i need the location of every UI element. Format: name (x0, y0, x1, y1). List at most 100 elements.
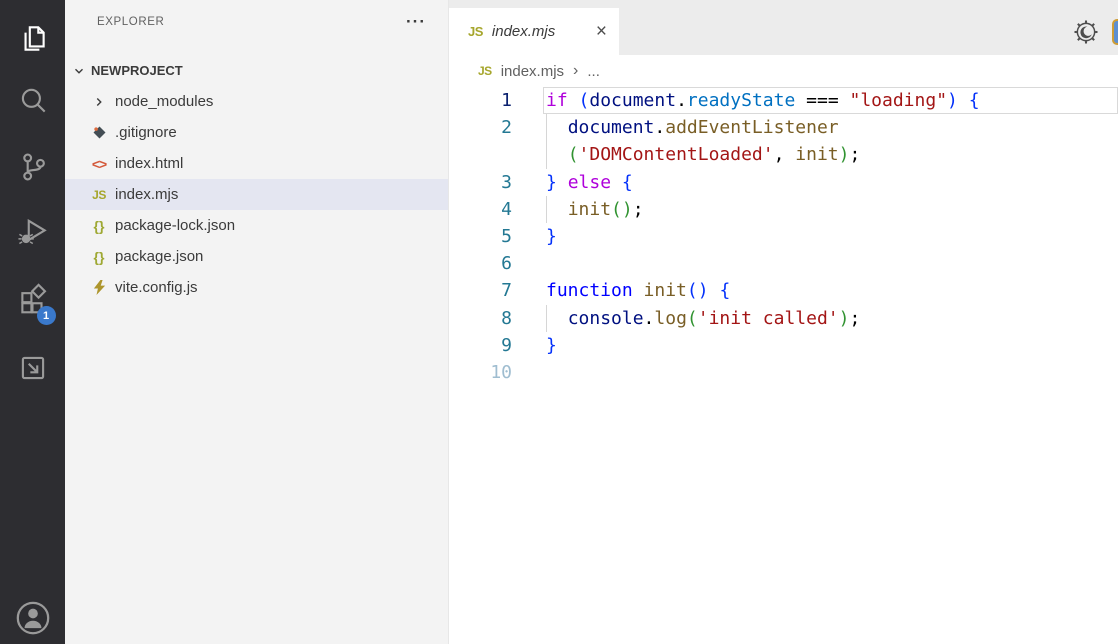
code-token: { (622, 172, 633, 193)
code-line-5[interactable]: 5} (449, 223, 1118, 250)
code-token (611, 172, 622, 193)
activitybar-item-preview[interactable] (14, 349, 52, 387)
code-line-4[interactable]: 4 init(); (449, 196, 1118, 223)
code-line-wrap-2[interactable]: ('DOMContentLoaded', init); (449, 141, 1118, 168)
activitybar-item-explorer[interactable] (14, 20, 52, 58)
code-line-2[interactable]: 2 document.addEventListener (449, 114, 1118, 141)
file-item-node-modules[interactable]: node_modules (65, 86, 448, 117)
code-line-text: } else { (543, 169, 1118, 196)
json-file-icon: {} (89, 216, 109, 236)
line-number: 9 (449, 332, 543, 359)
code-token: ) (839, 308, 850, 329)
line-number (449, 141, 543, 168)
clipped-extension-icon[interactable] (1112, 19, 1118, 45)
js-file-icon: JS (468, 24, 483, 39)
file-label: package-lock.json (115, 217, 235, 234)
project-root-newproject[interactable]: NEWPROJECT (65, 55, 448, 86)
code-token: ) (622, 199, 633, 220)
file-item--gitignore[interactable]: .gitignore (65, 117, 448, 148)
code-token: ) (947, 90, 958, 111)
code-token: log (654, 308, 687, 329)
explorer-header: EXPLORER ··· (97, 16, 426, 28)
activitybar-item-search[interactable] (14, 82, 52, 120)
code-token: ( (579, 90, 590, 111)
code-token (633, 280, 644, 301)
tab-label: index.mjs (492, 23, 555, 40)
code-token (546, 199, 568, 220)
code-line-1[interactable]: 1if (document.readyState === "loading") … (449, 87, 1118, 114)
file-item-vite-config-js[interactable]: vite.config.js (65, 272, 448, 303)
chevron-down-icon (72, 64, 86, 78)
file-label: .gitignore (115, 124, 177, 141)
vite-file-icon (89, 278, 109, 298)
code-token (958, 90, 969, 111)
tab-index-mjs[interactable]: JS index.mjs × (449, 8, 619, 55)
file-item-index-html[interactable]: <>index.html (65, 148, 448, 179)
explorer-sidebar: EXPLORER ··· NEWPROJECT node_modules .git… (65, 0, 449, 644)
tab-bar: JS index.mjs × (449, 0, 1118, 55)
js-file-icon: JS (478, 64, 492, 78)
file-item-package-json[interactable]: {} package.json (65, 241, 448, 272)
code-line-text (543, 359, 1118, 386)
code-line-text: } (543, 223, 1118, 250)
code-token: } (546, 226, 557, 247)
line-number: 4 (449, 196, 543, 223)
activitybar-item-extensions[interactable]: 1 (14, 280, 52, 318)
activity-bar: 1 (0, 0, 65, 644)
code-token: ( (687, 280, 698, 301)
code-token: ) (698, 280, 709, 301)
js-file-icon: JS (89, 185, 109, 205)
close-icon[interactable]: × (596, 24, 607, 40)
activitybar-item-run-debug[interactable] (14, 213, 52, 251)
code-token (546, 144, 568, 165)
code-editor[interactable]: 1if (document.readyState === "loading") … (449, 87, 1118, 644)
code-line-text: function init() { (543, 277, 1118, 304)
code-line-text (543, 250, 1118, 277)
more-actions-button[interactable]: ··· (406, 17, 426, 27)
file-label: node_modules (115, 93, 213, 110)
code-token: } (546, 172, 557, 193)
code-token (546, 117, 568, 138)
code-token: . (676, 90, 687, 111)
breadcrumb-symbol[interactable]: ... (587, 63, 600, 80)
code-line-3[interactable]: 3} else { (449, 169, 1118, 196)
gear-moon-icon (1073, 19, 1099, 45)
explorer-title: EXPLORER (97, 16, 164, 28)
code-token: ; (849, 308, 860, 329)
code-token: init (644, 280, 687, 301)
file-label: package.json (115, 248, 203, 265)
code-token (568, 90, 579, 111)
theme-toggle-button[interactable] (1073, 19, 1099, 45)
code-token (784, 144, 795, 165)
activitybar-item-source-control[interactable] (14, 148, 52, 186)
code-line-text: if (document.readyState === "loading") { (543, 87, 1118, 114)
file-label: index.html (115, 155, 183, 172)
code-token (795, 90, 806, 111)
code-token: ( (611, 199, 622, 220)
code-line-text: document.addEventListener (543, 114, 1118, 141)
code-line-10[interactable]: 10 (449, 359, 1118, 386)
code-token: . (644, 308, 655, 329)
code-token: ; (850, 144, 861, 165)
code-token: document (568, 117, 655, 138)
code-token: ( (568, 144, 579, 165)
code-line-8[interactable]: 8 console.log('init called'); (449, 305, 1118, 332)
breadcrumb-file[interactable]: index.mjs (501, 63, 564, 80)
code-token (709, 280, 720, 301)
editor-group: JS index.mjs × (449, 0, 1118, 644)
code-line-9[interactable]: 9} (449, 332, 1118, 359)
vscode-window: 1 EXPLORER ··· NEWPRO (0, 0, 1118, 644)
file-item-package-lock-json[interactable]: {} package-lock.json (65, 210, 448, 241)
file-item-index-mjs[interactable]: JSindex.mjs (65, 179, 448, 210)
code-token: init (795, 144, 838, 165)
code-token: 'DOMContentLoaded' (579, 144, 774, 165)
source-control-icon (16, 150, 50, 184)
code-line-text: ('DOMContentLoaded', init); (543, 141, 1118, 168)
code-token: console (568, 308, 644, 329)
json-file-icon: {} (89, 247, 109, 267)
code-line-7[interactable]: 7function init() { (449, 277, 1118, 304)
code-token: else (568, 172, 611, 193)
code-line-6[interactable]: 6 (449, 250, 1118, 277)
activitybar-item-account[interactable] (14, 599, 52, 637)
chevron-right-icon: › (573, 62, 578, 80)
